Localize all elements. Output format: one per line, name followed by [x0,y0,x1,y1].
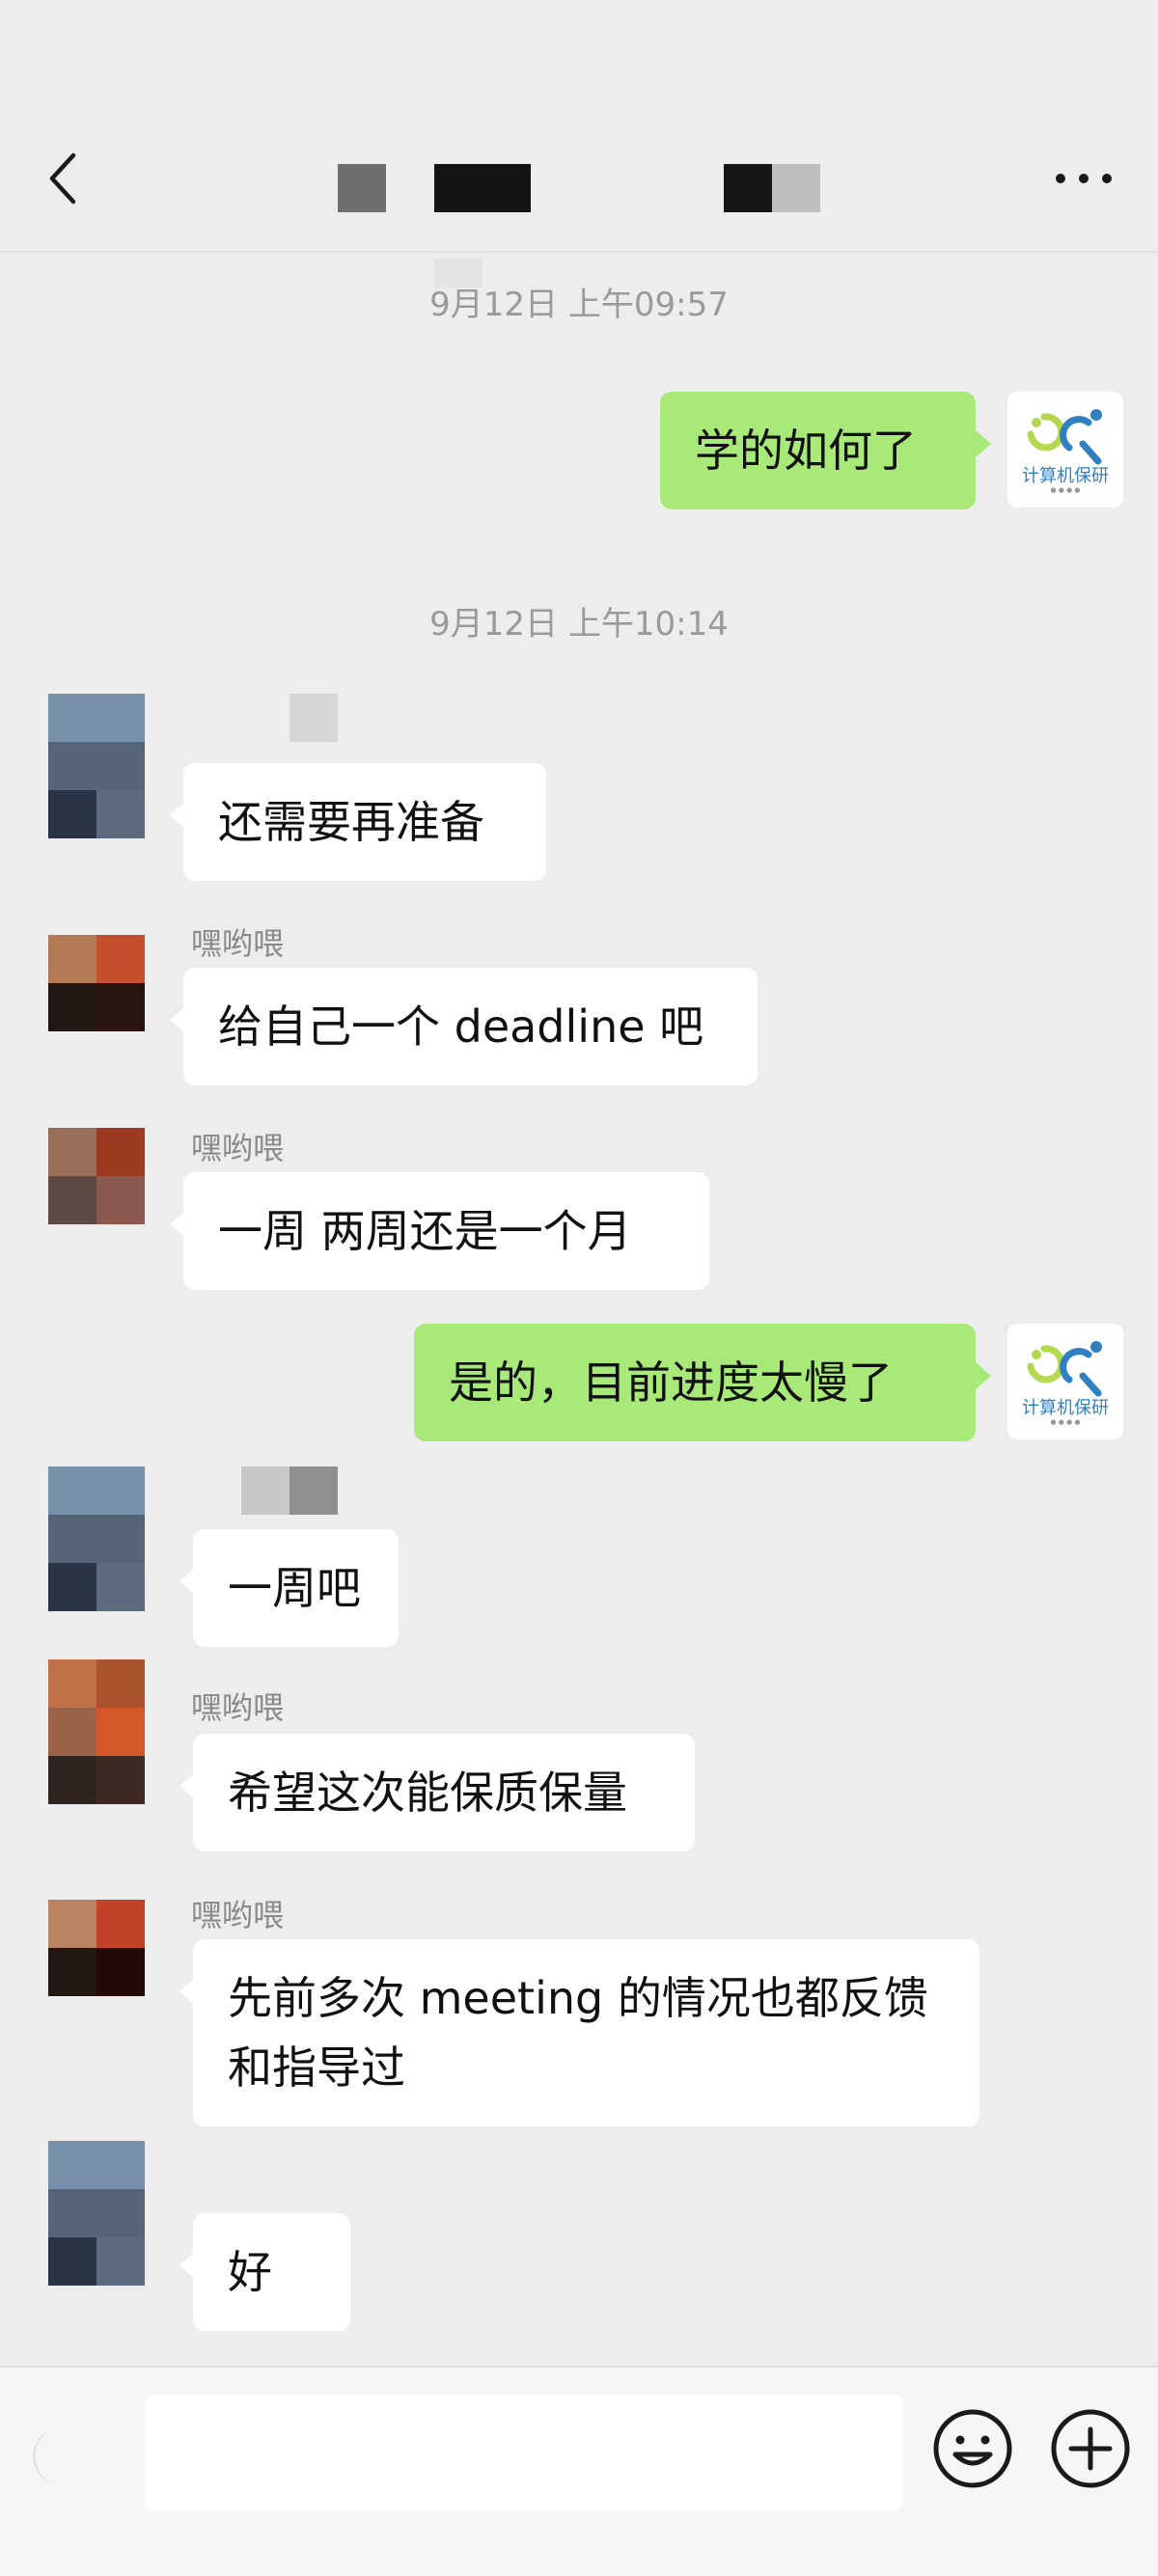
redacted-block [290,1466,338,1515]
message-timestamp: 9月12日 上午09:57 [429,286,729,324]
plus-circle-icon [1051,2409,1130,2488]
emoji-button[interactable] [932,2408,1013,2489]
my-avatar-sublabel: ● ● ● ● [1050,485,1081,494]
message-input[interactable] [145,2395,903,2510]
avatar[interactable] [48,1900,145,1996]
my-avatar-label: 计算机保研 [1022,1397,1109,1418]
message-bubble-outgoing[interactable]: 学的如何了 [660,392,991,509]
back-button[interactable] [39,145,87,212]
message-bubble-incoming[interactable]: 先前多次 meeting 的情况也都反馈 和指导过 [179,1939,979,2126]
message-bubble-incoming[interactable]: 一周 两周还是一个月 [170,1172,709,1290]
message-bubble-incoming[interactable]: 希望这次能保质保量 [179,1734,695,1851]
avatar[interactable] [48,1128,145,1224]
more-horizontal-icon [1056,174,1112,183]
brand-logo-icon [1027,408,1102,464]
my-avatar[interactable]: 计算机保研 ● ● ● ● [1007,1324,1123,1439]
more-actions-button[interactable] [1050,2408,1131,2489]
my-avatar-label: 计算机保研 [1022,465,1109,486]
message-timestamp: 9月12日 上午10:14 [429,605,729,644]
sender-name: 嘿哟喂 [191,925,285,962]
chevron-left-icon [49,152,76,205]
message-bubble-incoming[interactable]: 给自己一个 deadline 吧 [170,968,758,1085]
avatar[interactable] [48,935,145,1031]
redacted-block [241,1466,290,1515]
sender-name: 嘿哟喂 [191,1130,285,1166]
message-line: 和指导过 [228,2042,405,2094]
message-bubble-outgoing[interactable]: 是的，目前进度太慢了 [414,1324,991,1441]
message-line: 先前多次 meeting 的情况也都反馈 [228,1972,928,2024]
redacted-block [290,694,338,742]
more-button[interactable] [1050,154,1117,203]
sender-name: 嘿哟喂 [191,1689,285,1726]
voice-toggle-button[interactable] [33,2427,68,2485]
my-avatar-sublabel: ● ● ● ● [1050,1417,1081,1426]
message-bubble-incoming[interactable]: 一周吧 [179,1529,399,1647]
sender-name: 嘿哟喂 [191,1897,285,1933]
avatar[interactable] [48,694,145,838]
message-bubble-incoming[interactable]: 好的 [179,2213,350,2416]
message-bubble-incoming[interactable]: 还需要再准备 [170,763,546,881]
chat-header [0,0,1158,253]
smile-emoji-icon [933,2409,1012,2488]
input-bar [0,2366,1158,2576]
brand-logo-icon [1027,1340,1102,1396]
avatar[interactable] [48,2141,145,2286]
my-avatar[interactable]: 计算机保研 ● ● ● ● [1007,392,1123,507]
avatar[interactable] [48,1659,145,1804]
avatar[interactable] [48,1466,145,1611]
